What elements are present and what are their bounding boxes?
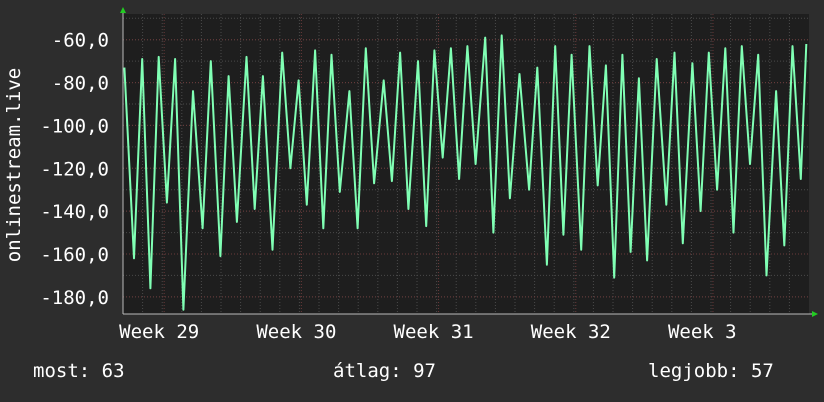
y-tick-label: -120,0 <box>40 158 109 180</box>
x-axis-arrow <box>812 311 818 317</box>
y-tick-label: -80,0 <box>52 73 109 95</box>
average-value: átlag: 97 <box>333 360 436 382</box>
y-tick-label: -60,0 <box>52 30 109 52</box>
x-tick-label: Week 29 <box>119 321 199 343</box>
x-tick-label: Week 31 <box>394 321 474 343</box>
y-tick-labels: -60,0 -80,0 -100,0 -120,0 -140,0 -160,0 -180,0 <box>40 30 109 309</box>
y-tick-label: -180,0 <box>40 287 109 309</box>
chart: -60,0 -80,0 -100,0 -120,0 -140,0 -160,0 -180,0… <box>3 7 818 343</box>
y-tick-label: -140,0 <box>40 201 109 223</box>
x-tick-label: Week 30 <box>256 321 336 343</box>
x-tick-label: Week 32 <box>531 321 611 343</box>
y-axis-label: onlinestream.live <box>3 68 25 262</box>
y-tick-label: -100,0 <box>40 115 109 137</box>
current-value: most: 63 <box>33 360 125 382</box>
x-tick-label: Week 3 <box>668 321 737 343</box>
y-tick-label: -160,0 <box>40 244 109 266</box>
y-axis-arrow <box>120 7 126 13</box>
best-value: legjobb: 57 <box>648 360 774 382</box>
stats-bar: most: 63 átlag: 97 legjobb: 57 <box>0 360 824 390</box>
x-tick-labels: Week 29 Week 30 Week 31 Week 32 Week 3 <box>119 321 736 343</box>
